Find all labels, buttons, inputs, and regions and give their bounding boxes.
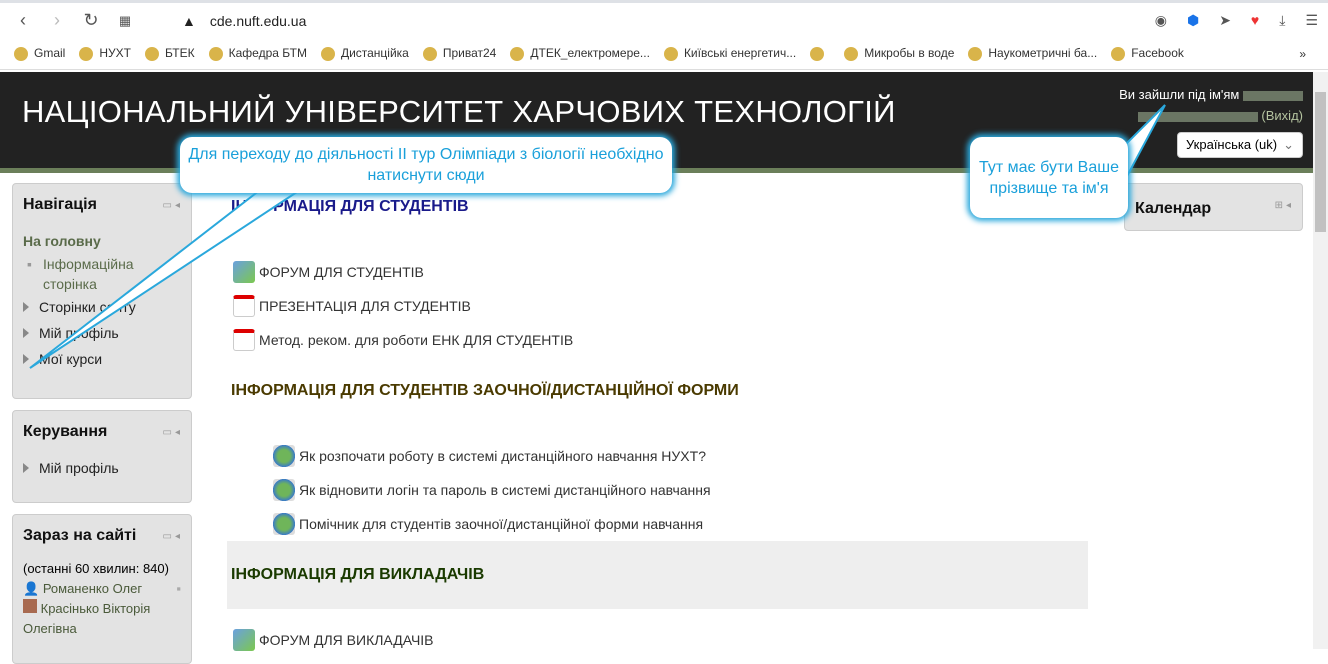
callout-olympiad: Для переходу до діяльності ІІ тур Олімпі… xyxy=(180,137,672,193)
callout-pointers xyxy=(29,104,1166,369)
scrollbar[interactable] xyxy=(1313,72,1328,649)
scrollbar-thumb[interactable] xyxy=(1315,92,1326,232)
callout-name: Тут має бути Ваше прізвище та ім'я xyxy=(970,137,1128,218)
